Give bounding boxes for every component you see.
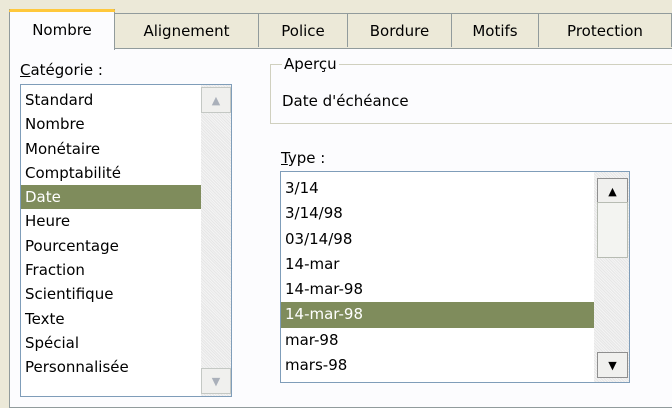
type-item-selected[interactable]: 14-mar-98	[281, 302, 594, 328]
category-item-date[interactable]: Date	[21, 185, 203, 210]
tab-label: Bordure	[369, 21, 430, 40]
type-scroll-thumb[interactable]	[597, 202, 628, 258]
type-label-accesskey: T	[281, 149, 288, 167]
triangle-down-icon: ▼	[211, 374, 221, 388]
category-item-special[interactable]: Spécial	[21, 331, 203, 355]
category-list: Standard Nombre Monétaire Comptabilité D…	[21, 88, 203, 380]
tab-strip: Nombre Alignement Police Bordure Motifs …	[9, 9, 672, 50]
preview-legend: Aperçu	[282, 55, 339, 73]
tab-police[interactable]: Police	[258, 13, 348, 47]
category-label-accesskey: C	[20, 61, 31, 79]
preview-value: Date d'échéance	[282, 92, 409, 110]
tab-label: Police	[281, 21, 325, 40]
type-scroll-up-button[interactable]: ▲	[597, 178, 628, 204]
type-item[interactable]: 03/14/98	[281, 227, 594, 252]
category-label: Catégorie :	[20, 61, 103, 79]
type-item[interactable]: 14-mar	[281, 252, 594, 277]
tab-label: Nombre	[32, 21, 92, 39]
category-item-comptabilite[interactable]: Comptabilité	[21, 161, 203, 185]
triangle-down-icon: ▼	[608, 358, 617, 372]
type-item[interactable]: 14-mar-98	[281, 277, 594, 302]
category-listbox[interactable]: Standard Nombre Monétaire Comptabilité D…	[20, 84, 232, 397]
category-item-heure[interactable]: Heure	[21, 209, 203, 233]
type-label-text: ype :	[287, 149, 326, 167]
triangle-up-icon: ▲	[211, 93, 221, 107]
type-item[interactable]: mar-98	[281, 328, 594, 353]
tab-alignement[interactable]: Alignement	[114, 13, 259, 47]
tab-bordure[interactable]: Bordure	[347, 13, 452, 47]
category-scroll-down-button[interactable]: ▼	[201, 368, 231, 394]
category-label-text: atégorie :	[30, 61, 103, 79]
category-item-texte[interactable]: Texte	[21, 307, 203, 331]
category-item-pourcentage[interactable]: Pourcentage	[21, 234, 203, 258]
type-item[interactable]: 3/14/98	[281, 201, 594, 226]
category-item-nombre[interactable]: Nombre	[21, 112, 203, 136]
category-item-scientifique[interactable]: Scientifique	[21, 282, 203, 306]
type-scroll-down-button[interactable]: ▼	[597, 352, 628, 378]
tab-motifs[interactable]: Motifs	[451, 13, 539, 47]
category-item-monetaire[interactable]: Monétaire	[21, 137, 203, 161]
type-item[interactable]: mars-98	[281, 353, 594, 378]
category-scrollbar[interactable]: ▲ ▼	[201, 85, 231, 396]
tab-protection[interactable]: Protection	[538, 13, 672, 47]
type-list: 3/14 3/14/98 03/14/98 14-mar 14-mar-98 1…	[281, 176, 594, 378]
type-item[interactable]: 3/14	[281, 176, 594, 201]
triangle-up-icon: ▲	[608, 184, 617, 198]
tab-label: Protection	[567, 21, 643, 40]
tab-label: Motifs	[472, 21, 518, 40]
category-item-fraction[interactable]: Fraction	[21, 258, 203, 282]
category-item-personnalisee[interactable]: Personnalisée	[21, 355, 203, 379]
type-listbox[interactable]: 3/14 3/14/98 03/14/98 14-mar 14-mar-98 1…	[280, 171, 630, 383]
category-scroll-up-button[interactable]: ▲	[201, 87, 231, 113]
type-label: Type :	[281, 149, 325, 167]
tab-nombre[interactable]: Nombre	[9, 9, 115, 50]
category-item-standard[interactable]: Standard	[21, 88, 203, 112]
tab-label: Alignement	[143, 21, 230, 40]
